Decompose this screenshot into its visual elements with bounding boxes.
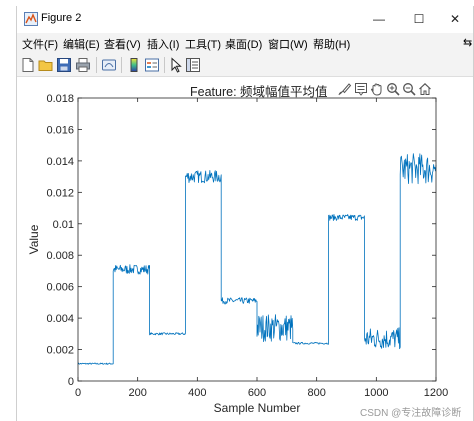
watermark: CSDN @专注故障诊断 <box>360 408 462 419</box>
x-tick-label: 200 <box>128 387 146 399</box>
x-tick-label: 400 <box>188 387 206 399</box>
y-tick-label: 0.012 <box>46 187 74 199</box>
y-tick-label: 0.016 <box>46 124 74 136</box>
x-tick-label: 0 <box>75 387 81 399</box>
y-tick-label: 0.018 <box>46 93 74 105</box>
y-tick-label: 0.008 <box>46 250 74 262</box>
y-tick-label: 0.01 <box>53 219 74 231</box>
y-tick-label: 0.006 <box>46 282 74 294</box>
x-tick-label: 800 <box>307 387 325 399</box>
x-axis-label: Sample Number <box>214 401 301 415</box>
plot-area <box>78 98 436 381</box>
y-tick-label: 0.004 <box>46 313 74 325</box>
y-axis-label: Value <box>27 224 41 254</box>
y-tick-label: 0 <box>68 376 74 388</box>
x-tick-label: 600 <box>248 387 266 399</box>
y-tick-label: 0.014 <box>46 156 74 168</box>
x-tick-label: 1000 <box>364 387 388 399</box>
x-tick-label: 1200 <box>424 387 448 399</box>
y-tick-label: 0.002 <box>46 345 74 357</box>
line-chart: 0 200 400 600 800 1000 1200 0 0.002 0.004 0.006 0.0… <box>27 93 448 415</box>
